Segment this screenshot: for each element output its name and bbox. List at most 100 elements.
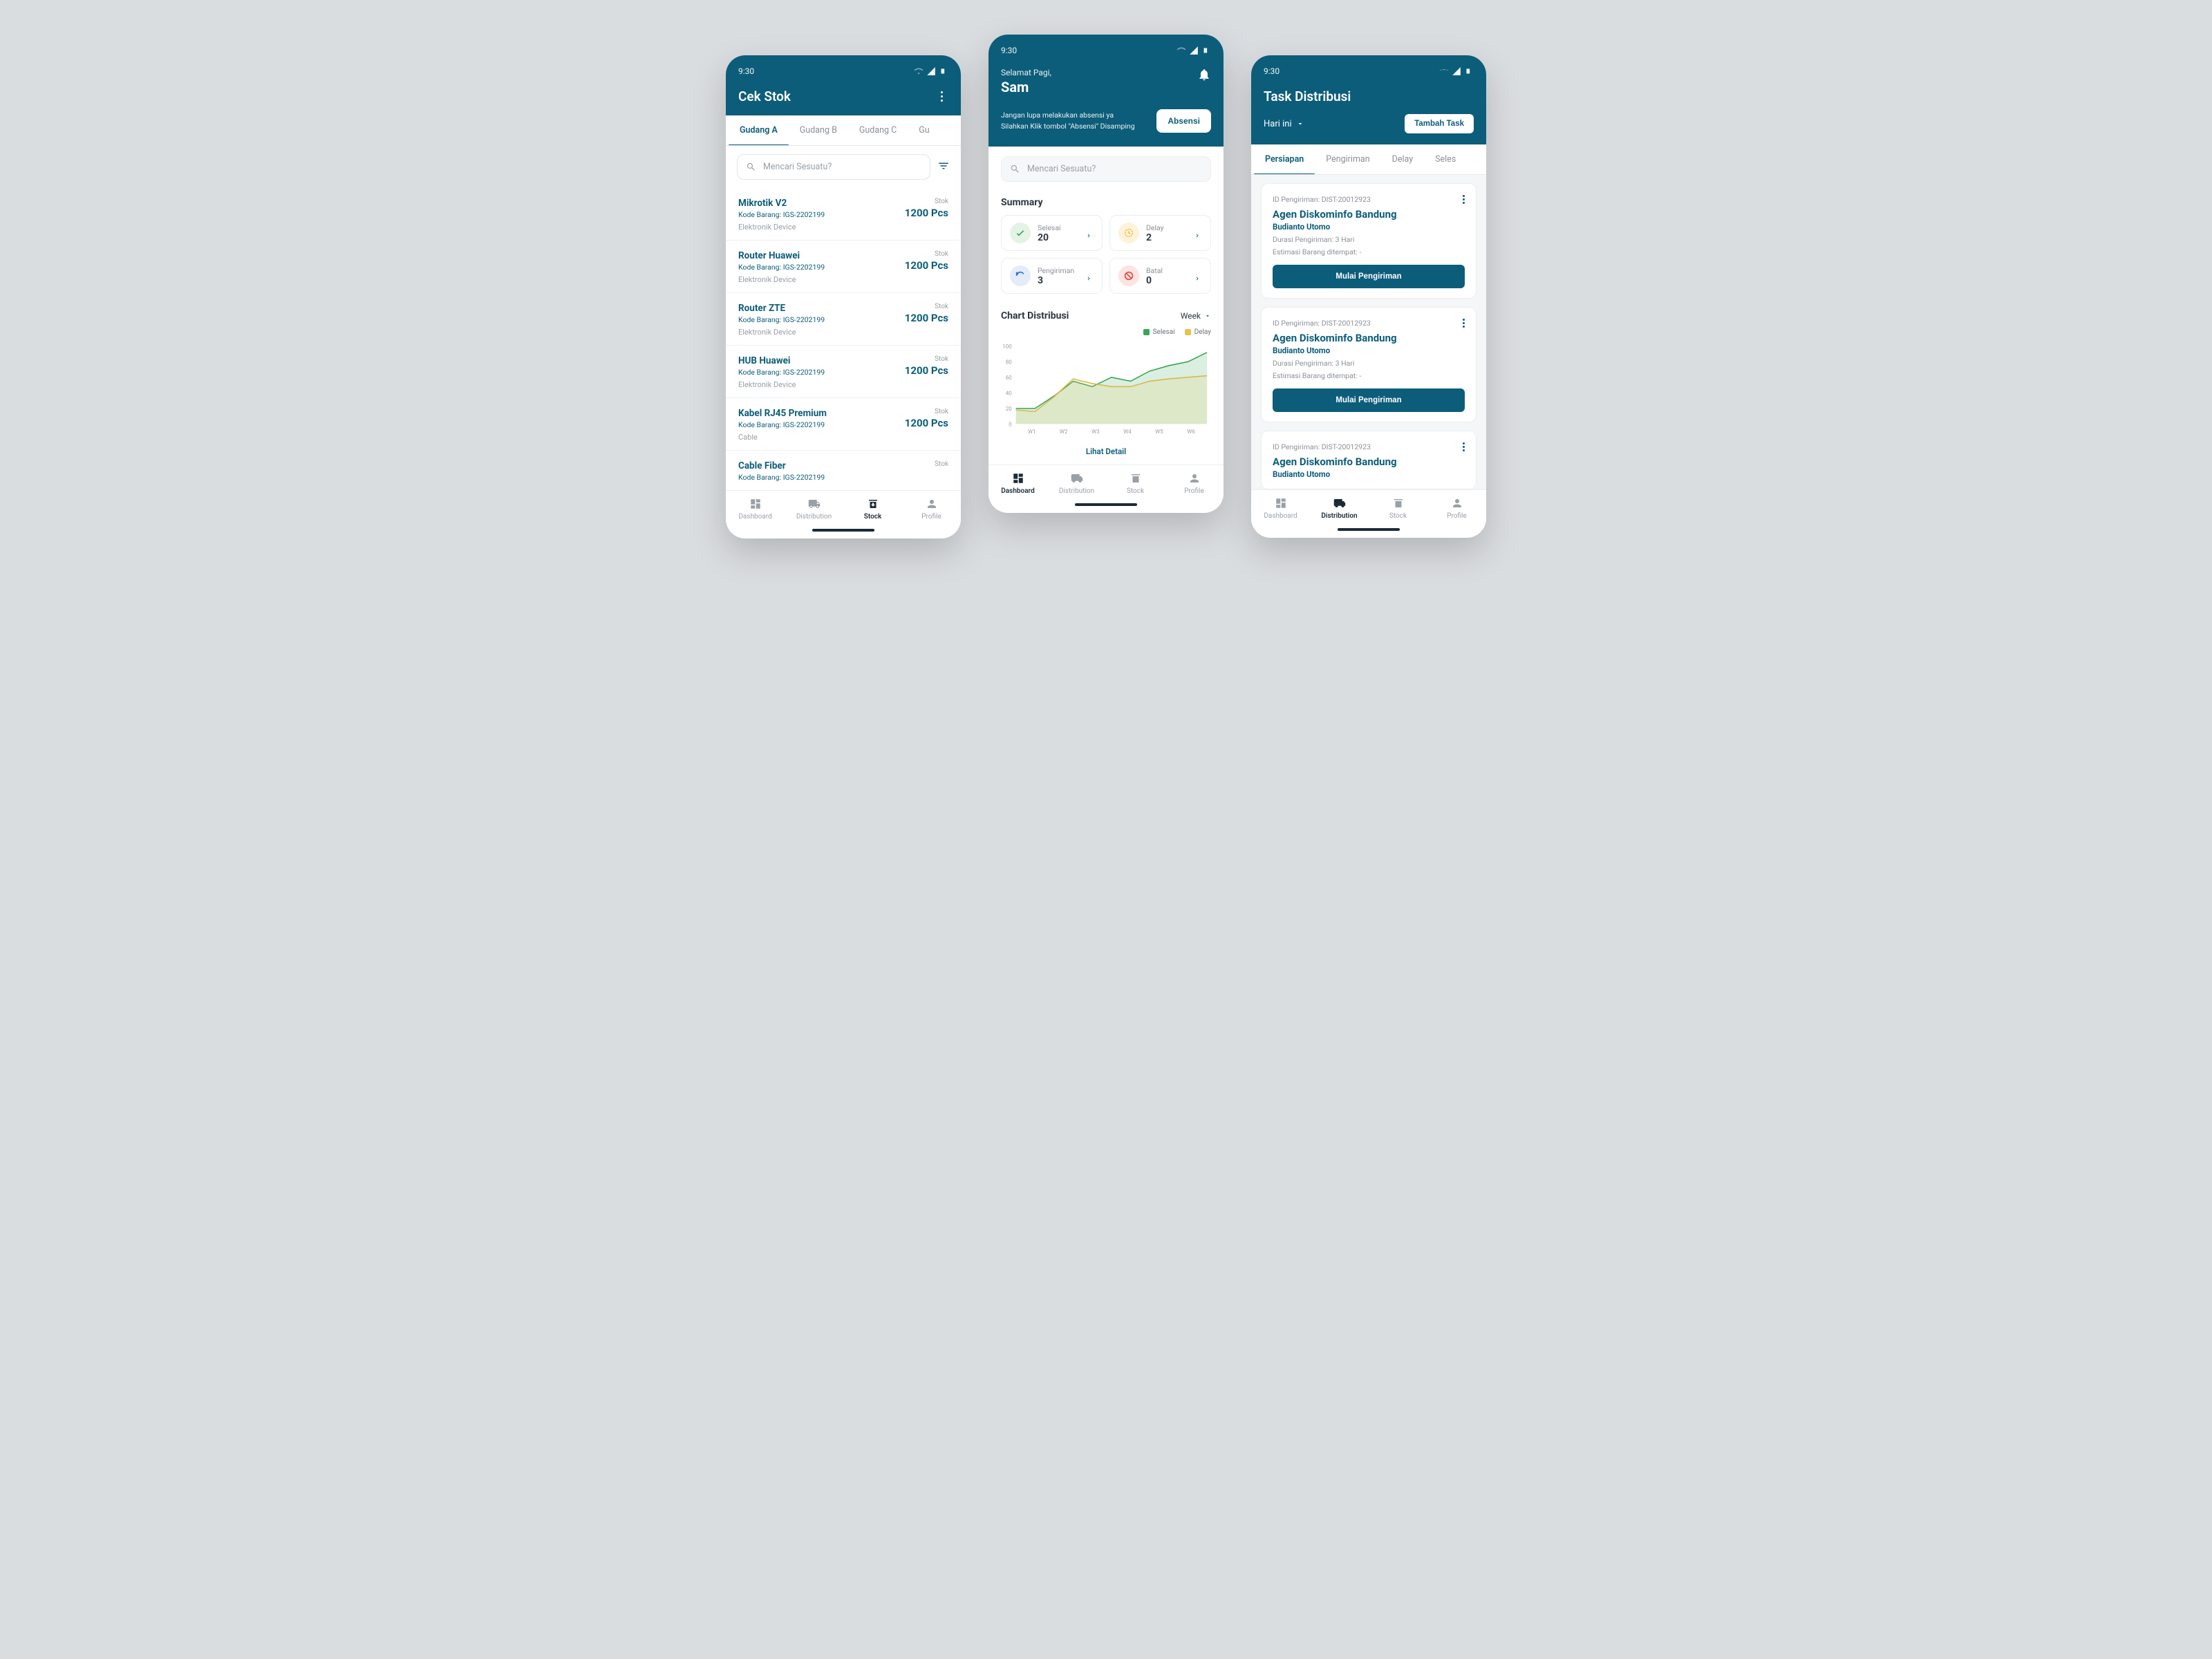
search-placeholder: Mencari Sesuatu? xyxy=(1027,164,1096,174)
task-duration: Durasi Pengiriman: 3 Hari xyxy=(1273,235,1465,244)
start-shipment-button[interactable]: Mulai Pengiriman xyxy=(1273,388,1465,412)
task-estimate: Estimasi Barang ditempat: - xyxy=(1273,247,1465,256)
tab-gudang-c[interactable]: Gudang C xyxy=(848,115,908,145)
tab-pengiriman[interactable]: Pengiriman xyxy=(1315,144,1380,174)
period-dropdown[interactable]: Hari ini xyxy=(1264,119,1304,129)
stock-item[interactable]: Router Huawei Kode Barang: IGS-2202199 E… xyxy=(726,241,961,293)
chart-legend: Selesai Delay xyxy=(988,324,1224,339)
header-stock: 9:30 Cek Stok xyxy=(726,55,961,115)
task-card[interactable]: ID Pengiriman: DIST-20012923 Agen Diskom… xyxy=(1261,307,1477,422)
summary-selesai[interactable]: Selesai 20 xyxy=(1001,215,1103,251)
stock-code: Kode Barang: IGS-2202199 xyxy=(738,210,825,219)
search-row: Mencari Sesuatu? xyxy=(726,146,961,188)
nav-stock[interactable]: Stock xyxy=(843,498,902,521)
search-input[interactable]: Mencari Sesuatu? xyxy=(1001,156,1211,182)
tab-selesai[interactable]: Seles xyxy=(1424,144,1467,174)
legend-swatch-selesai xyxy=(1143,329,1150,335)
more-menu[interactable] xyxy=(935,90,948,104)
wifi-icon xyxy=(1177,46,1186,55)
task-more-menu[interactable] xyxy=(1463,194,1465,205)
truck-icon xyxy=(1333,497,1346,509)
tab-gudang-more[interactable]: Gu xyxy=(908,115,940,145)
nav-dashboard[interactable]: Dashboard xyxy=(988,472,1047,495)
chart-detail-link[interactable]: Lihat Detail xyxy=(988,441,1224,465)
chevron-right-icon xyxy=(1194,272,1202,280)
stock-category: Elektronik Device xyxy=(738,223,825,232)
phone-dashboard: 9:30 Selamat Pagi, Sam Jangan lupa melak… xyxy=(988,35,1224,513)
filter-button[interactable] xyxy=(937,160,950,175)
nav-dashboard[interactable]: Dashboard xyxy=(726,498,785,521)
battery-icon xyxy=(1464,66,1474,76)
start-shipment-button[interactable]: Mulai Pengiriman xyxy=(1273,265,1465,288)
nav-profile[interactable]: Profile xyxy=(902,498,961,521)
stock-item[interactable]: Mikrotik V2 Kode Barang: IGS-2202199 Ele… xyxy=(726,188,961,241)
search-icon xyxy=(1010,164,1020,174)
home-indicator xyxy=(1075,503,1137,506)
summary-batal[interactable]: Batal 0 xyxy=(1109,258,1211,294)
stock-item[interactable]: Cable Fiber Kode Barang: IGS-2202199 Sto… xyxy=(726,451,961,490)
task-card[interactable]: ID Pengiriman: DIST-20012923 Agen Diskom… xyxy=(1261,431,1477,489)
clock-icon xyxy=(1118,223,1139,243)
signal-icon xyxy=(1189,46,1199,55)
home-indicator xyxy=(812,529,874,532)
svg-text:20: 20 xyxy=(1006,406,1012,412)
greeting-name: Sam xyxy=(1001,79,1051,95)
bottom-nav: Dashboard Distribution Stock Profile xyxy=(988,465,1224,499)
search-icon xyxy=(746,162,756,172)
tab-gudang-a[interactable]: Gudang A xyxy=(729,115,789,145)
nav-profile[interactable]: Profile xyxy=(1427,497,1486,520)
svg-text:W1: W1 xyxy=(1028,429,1035,435)
tab-gudang-b[interactable]: Gudang B xyxy=(789,115,848,145)
tab-delay[interactable]: Delay xyxy=(1381,144,1425,174)
stock-item[interactable]: Router ZTE Kode Barang: IGS-2202199 Elek… xyxy=(726,293,961,346)
task-title: Agen Diskominfo Bandung xyxy=(1273,208,1465,221)
svg-text:60: 60 xyxy=(1006,375,1012,381)
status-time: 9:30 xyxy=(1001,46,1017,55)
summary-delay[interactable]: Delay 2 xyxy=(1109,215,1211,251)
nav-dashboard[interactable]: Dashboard xyxy=(1251,497,1310,520)
notification-button[interactable] xyxy=(1197,68,1211,84)
stock-label: Stok xyxy=(905,198,948,205)
distribution-chart: 020406080100W1W2W3W4W5W6 xyxy=(995,341,1214,438)
status-icons xyxy=(914,66,948,76)
svg-text:W3: W3 xyxy=(1091,429,1099,435)
task-list[interactable]: ID Pengiriman: DIST-20012923 Agen Diskom… xyxy=(1251,175,1486,489)
svg-text:100: 100 xyxy=(1002,344,1011,350)
filter-icon xyxy=(937,160,950,172)
stock-item[interactable]: Kabel RJ45 Premium Kode Barang: IGS-2202… xyxy=(726,398,961,451)
nav-distribution[interactable]: Distribution xyxy=(785,498,843,521)
wifi-icon xyxy=(914,66,924,76)
archive-icon xyxy=(867,498,879,510)
nav-profile[interactable]: Profile xyxy=(1165,472,1224,495)
nav-stock[interactable]: Stock xyxy=(1369,497,1427,520)
person-icon xyxy=(926,498,938,510)
task-card[interactable]: ID Pengiriman: DIST-20012923 Agen Diskom… xyxy=(1261,183,1477,299)
nav-stock[interactable]: Stock xyxy=(1106,472,1165,495)
summary-title: Summary xyxy=(988,186,1224,215)
tab-persiapan[interactable]: Persiapan xyxy=(1254,144,1315,174)
wifi-icon xyxy=(1439,66,1449,76)
check-icon xyxy=(1010,223,1031,243)
task-more-menu[interactable] xyxy=(1463,441,1465,453)
person-icon xyxy=(1451,497,1463,509)
stock-item[interactable]: HUB Huawei Kode Barang: IGS-2202199 Elek… xyxy=(726,346,961,398)
svg-text:W5: W5 xyxy=(1155,429,1163,435)
period-dropdown[interactable]: Week xyxy=(1181,311,1211,321)
absensi-button[interactable]: Absensi xyxy=(1156,109,1211,133)
chevron-right-icon xyxy=(1085,229,1094,237)
phone-stock: 9:30 Cek Stok Gudang A Gudang B Gudang C… xyxy=(726,55,961,538)
search-input[interactable]: Mencari Sesuatu? xyxy=(737,154,930,180)
svg-text:0: 0 xyxy=(1009,421,1011,427)
bottom-nav: Dashboard Distribution Stock Profile xyxy=(1251,489,1486,524)
dashboard-icon xyxy=(1275,497,1287,509)
add-task-button[interactable]: Tambah Task xyxy=(1405,114,1474,133)
stock-list[interactable]: Mikrotik V2 Kode Barang: IGS-2202199 Ele… xyxy=(726,188,961,490)
nav-distribution[interactable]: Distribution xyxy=(1310,497,1369,520)
status-bar: 9:30 xyxy=(738,66,948,76)
dashboard-icon xyxy=(749,498,762,510)
task-more-menu[interactable] xyxy=(1463,317,1465,329)
summary-grid: Selesai 20 Delay 2 Pengiriman 3 Batal xyxy=(988,215,1224,298)
summary-pengiriman[interactable]: Pengiriman 3 xyxy=(1001,258,1103,294)
nav-distribution[interactable]: Distribution xyxy=(1047,472,1106,495)
stock-name: Mikrotik V2 xyxy=(738,198,825,209)
